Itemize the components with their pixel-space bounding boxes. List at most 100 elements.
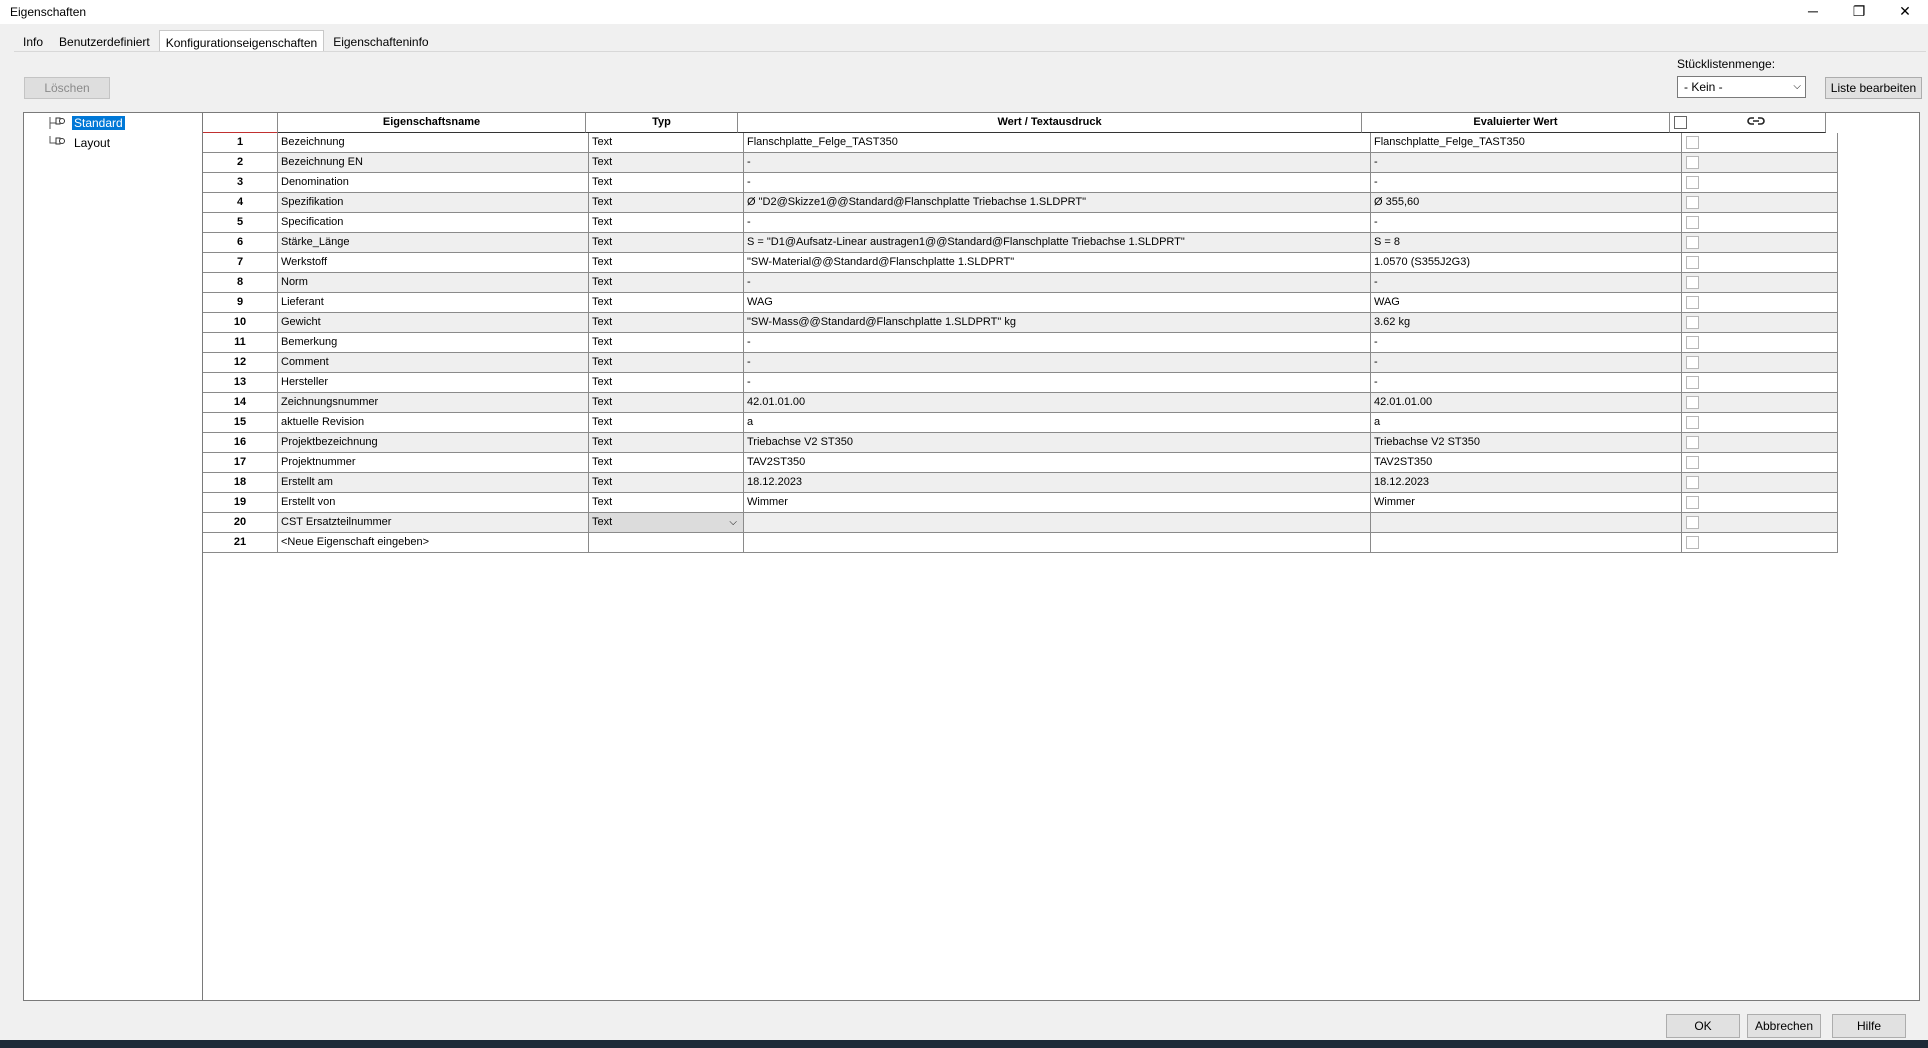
tree-item-standard[interactable]: Standard (48, 115, 125, 131)
type-cell[interactable]: Text (589, 473, 744, 493)
property-name-cell[interactable]: Bemerkung (278, 333, 589, 353)
row-number[interactable]: 8 (203, 273, 278, 293)
row-number[interactable]: 6 (203, 233, 278, 253)
tree-item-layout[interactable]: Layout (48, 135, 112, 151)
table-row[interactable]: 4 Spezifikation Text Ø "D2@Skizze1@@Standar… (203, 193, 1838, 213)
link-checkbox[interactable] (1686, 476, 1699, 489)
link-checkbox[interactable] (1686, 336, 1699, 349)
header-evaluated[interactable]: Evaluierter Wert (1362, 113, 1670, 133)
link-checkbox[interactable] (1686, 516, 1699, 529)
row-number[interactable]: 15 (203, 413, 278, 433)
property-name-cell[interactable]: Erstellt am (278, 473, 589, 493)
value-cell[interactable]: Flanschplatte_Felge_TAST350 (744, 133, 1371, 153)
value-cell[interactable]: Ø "D2@Skizze1@@Standard@Flanschplatte Tr… (744, 193, 1371, 213)
value-cell[interactable] (744, 533, 1371, 553)
property-name-cell[interactable]: Bezeichnung EN (278, 153, 589, 173)
quantity-select[interactable]: - Kein - ⌵ (1677, 76, 1806, 98)
value-cell[interactable]: "SW-Mass@@Standard@Flanschplatte 1.SLDPR… (744, 313, 1371, 333)
row-number[interactable]: 5 (203, 213, 278, 233)
table-row[interactable]: 10 Gewicht Text "SW-Mass@@Standard@Flanschp… (203, 313, 1838, 333)
row-number[interactable]: 20 (203, 513, 278, 533)
table-row[interactable]: 15 aktuelle Revision Text a a (203, 413, 1838, 433)
header-property-name[interactable]: Eigenschaftsname (278, 113, 586, 133)
header-type[interactable]: Typ (586, 113, 738, 133)
link-checkbox[interactable] (1686, 136, 1699, 149)
link-checkbox[interactable] (1686, 536, 1699, 549)
link-checkbox[interactable] (1686, 436, 1699, 449)
help-button[interactable]: Hilfe (1832, 1014, 1906, 1038)
table-row[interactable]: 16 Projektbezeichnung Text Triebachse V2 ST… (203, 433, 1838, 453)
row-number[interactable]: 19 (203, 493, 278, 513)
property-name-cell[interactable]: Hersteller (278, 373, 589, 393)
table-row[interactable]: 17 Projektnummer Text TAV2ST350 TAV2ST350 (203, 453, 1838, 473)
value-cell[interactable]: "SW-Material@@Standard@Flanschplatte 1.S… (744, 253, 1371, 273)
table-row[interactable]: 5 Specification Text - - (203, 213, 1838, 233)
ok-button[interactable]: OK (1666, 1014, 1740, 1038)
link-checkbox[interactable] (1686, 316, 1699, 329)
cancel-button[interactable]: Abbrechen (1747, 1014, 1821, 1038)
link-checkbox[interactable] (1686, 416, 1699, 429)
property-name-cell[interactable]: Zeichnungsnummer (278, 393, 589, 413)
type-cell[interactable]: Text (589, 373, 744, 393)
value-cell[interactable]: - (744, 173, 1371, 193)
close-icon[interactable]: ✕ (1882, 0, 1928, 22)
tab-custom[interactable]: Benutzerdefiniert (52, 31, 157, 52)
tab-configuration-properties[interactable]: Konfigurationseigenschaften (158, 30, 325, 52)
table-row[interactable]: 6 Stärke_Länge Text S = "D1@Aufsatz-Linear … (203, 233, 1838, 253)
link-checkbox[interactable] (1686, 196, 1699, 209)
restore-icon[interactable]: ❐ (1836, 0, 1882, 22)
property-name-cell[interactable]: aktuelle Revision (278, 413, 589, 433)
property-name-cell[interactable]: Gewicht (278, 313, 589, 333)
link-checkbox[interactable] (1686, 176, 1699, 189)
type-select[interactable]: Text ⌵ (589, 513, 744, 533)
link-checkbox[interactable] (1686, 156, 1699, 169)
property-name-cell[interactable]: Spezifikation (278, 193, 589, 213)
type-cell[interactable]: Text (589, 253, 744, 273)
value-cell[interactable]: - (744, 353, 1371, 373)
link-checkbox[interactable] (1686, 376, 1699, 389)
link-checkbox[interactable] (1686, 356, 1699, 369)
tab-properties-info[interactable]: Eigenschafteninfo (326, 31, 435, 52)
type-cell[interactable]: Text (589, 333, 744, 353)
value-cell[interactable]: - (744, 373, 1371, 393)
link-checkbox[interactable] (1686, 396, 1699, 409)
minimize-icon[interactable]: ─ (1790, 0, 1836, 22)
value-cell[interactable]: - (744, 213, 1371, 233)
table-row[interactable]: 7 Werkstoff Text "SW-Material@@Standard@Fla… (203, 253, 1838, 273)
link-checkbox[interactable] (1686, 456, 1699, 469)
table-row[interactable]: 18 Erstellt am Text 18.12.2023 18.12.2023 (203, 473, 1838, 493)
select-all-checkbox[interactable] (1674, 116, 1687, 129)
edit-list-button[interactable]: Liste bearbeiten (1825, 77, 1922, 99)
type-cell[interactable] (589, 533, 744, 553)
property-name-cell[interactable]: Projektbezeichnung (278, 433, 589, 453)
table-row[interactable]: 14 Zeichnungsnummer Text 42.01.01.00 42.01.0… (203, 393, 1838, 413)
table-row[interactable]: 19 Erstellt von Text Wimmer Wimmer (203, 493, 1838, 513)
value-cell[interactable]: Triebachse V2 ST350 (744, 433, 1371, 453)
link-checkbox[interactable] (1686, 216, 1699, 229)
property-name-cell[interactable]: Werkstoff (278, 253, 589, 273)
value-cell[interactable]: 18.12.2023 (744, 473, 1371, 493)
type-cell[interactable]: Text (589, 453, 744, 473)
property-name-cell[interactable]: CST Ersatzteilnummer (278, 513, 589, 533)
delete-button[interactable]: Löschen (24, 77, 110, 99)
table-row[interactable]: 11 Bemerkung Text - - (203, 333, 1838, 353)
type-cell[interactable]: Text (589, 433, 744, 453)
property-name-cell[interactable]: Norm (278, 273, 589, 293)
row-number[interactable]: 18 (203, 473, 278, 493)
value-cell[interactable]: 42.01.01.00 (744, 393, 1371, 413)
property-name-cell[interactable]: Stärke_Länge (278, 233, 589, 253)
type-cell[interactable]: Text (589, 233, 744, 253)
table-row[interactable]: 1 Bezeichnung Text Flanschplatte_Felge_TAST… (203, 133, 1838, 153)
value-cell[interactable]: TAV2ST350 (744, 453, 1371, 473)
header-value[interactable]: Wert / Textausdruck (738, 113, 1362, 133)
row-number[interactable]: 12 (203, 353, 278, 373)
row-number[interactable]: 9 (203, 293, 278, 313)
value-cell[interactable]: WAG (744, 293, 1371, 313)
type-cell[interactable]: Text (589, 393, 744, 413)
link-checkbox[interactable] (1686, 496, 1699, 509)
row-number[interactable]: 10 (203, 313, 278, 333)
table-row[interactable]: 9 Lieferant Text WAG WAG (203, 293, 1838, 313)
value-cell[interactable] (744, 513, 1371, 533)
type-cell[interactable]: Text (589, 293, 744, 313)
property-name-cell[interactable]: Bezeichnung (278, 133, 589, 153)
